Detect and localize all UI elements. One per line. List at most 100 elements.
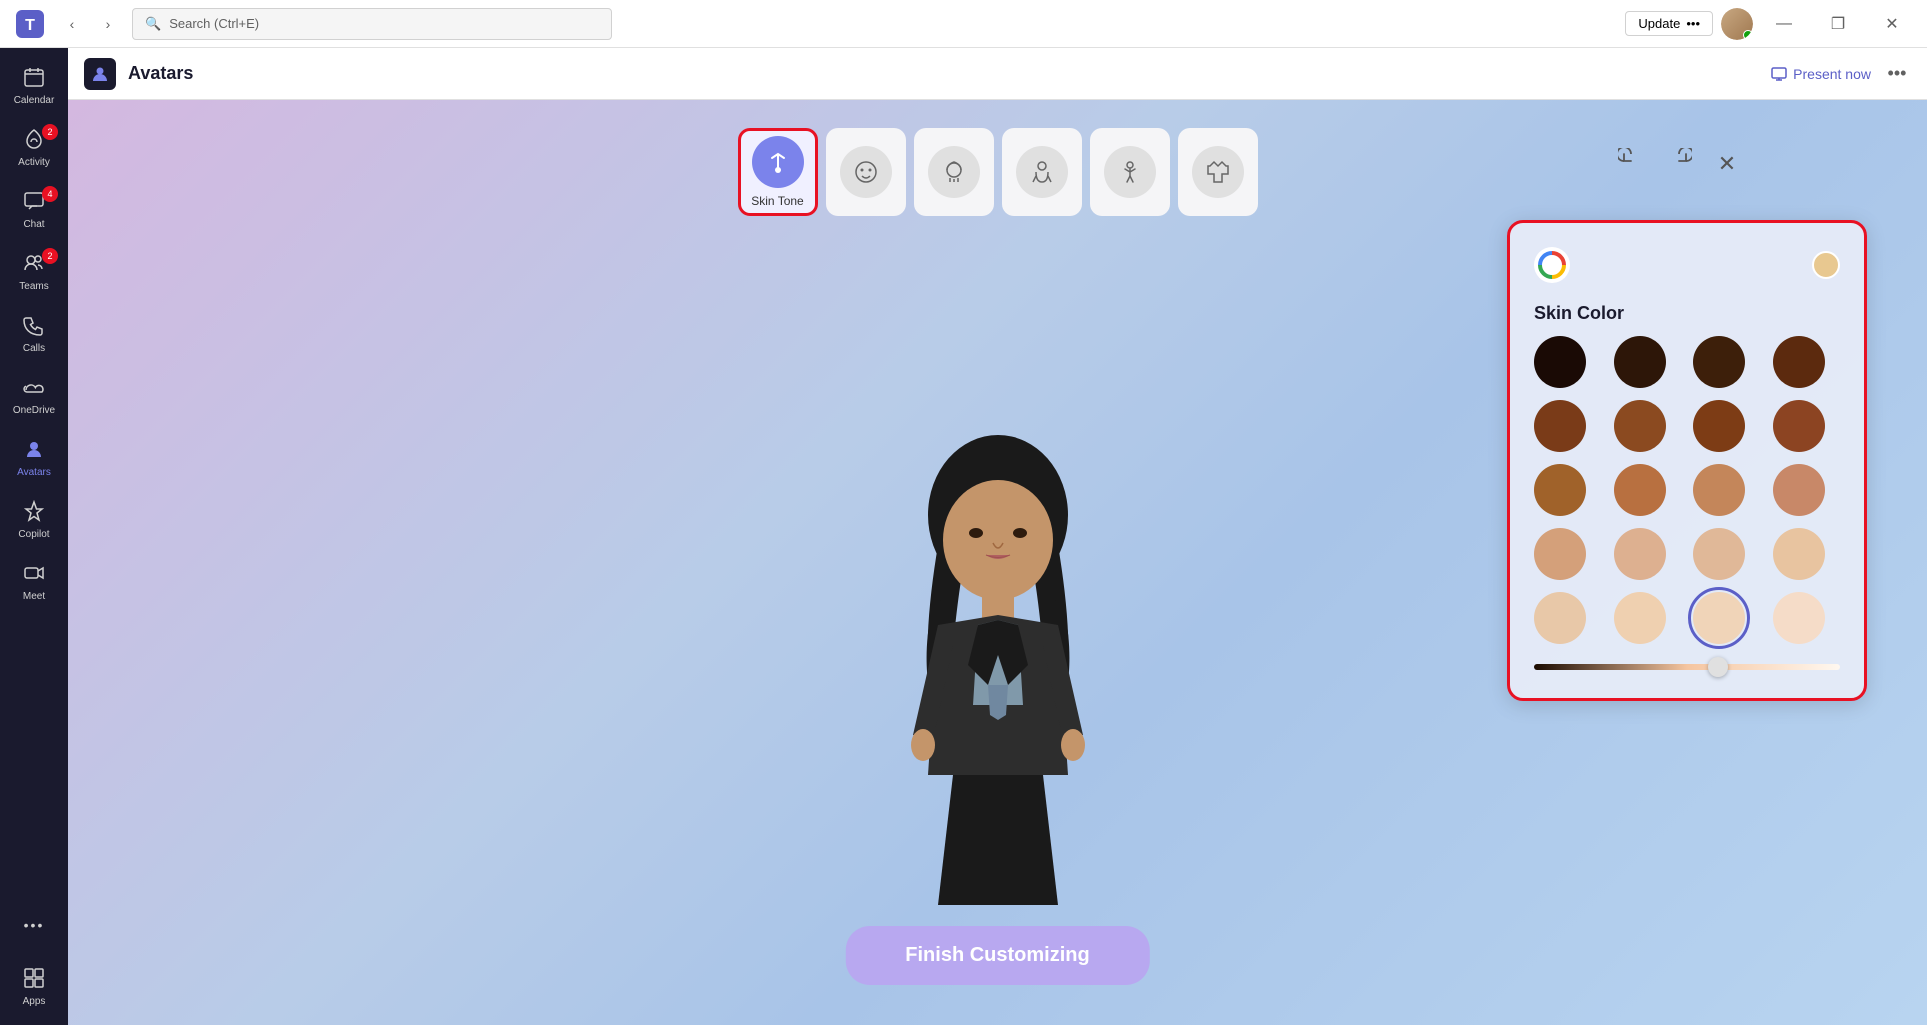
color-swatch-11[interactable] bbox=[1773, 464, 1825, 516]
update-dots: ••• bbox=[1686, 16, 1700, 31]
titlebar: T ‹ › 🔍 Search (Ctrl+E) Update ••• — ❐ ✕ bbox=[0, 0, 1927, 48]
color-swatch-1[interactable] bbox=[1614, 336, 1666, 388]
color-swatch-18[interactable] bbox=[1693, 592, 1745, 644]
toolbar-close-button[interactable]: ✕ bbox=[1707, 144, 1747, 184]
sidebar-label-chat: Chat bbox=[23, 219, 44, 230]
color-swatch-16[interactable] bbox=[1534, 592, 1586, 644]
redo-button[interactable] bbox=[1659, 144, 1699, 184]
color-swatch-7[interactable] bbox=[1773, 400, 1825, 452]
sidebar-item-copilot[interactable]: Copilot bbox=[4, 490, 64, 550]
avatars-icon bbox=[23, 438, 45, 464]
color-swatch-10[interactable] bbox=[1693, 464, 1745, 516]
outfit-icon bbox=[1192, 146, 1244, 198]
color-swatch-0[interactable] bbox=[1534, 336, 1586, 388]
skin-tone-icon bbox=[752, 136, 804, 188]
color-swatch-8[interactable] bbox=[1534, 464, 1586, 516]
toolbar-item-hair[interactable] bbox=[914, 128, 994, 216]
update-label: Update bbox=[1638, 16, 1680, 31]
close-button[interactable]: ✕ bbox=[1869, 8, 1915, 40]
sidebar-item-meet[interactable]: Meet bbox=[4, 552, 64, 612]
present-now-label: Present now bbox=[1793, 66, 1871, 82]
skin-slider-container bbox=[1534, 660, 1840, 674]
color-swatch-5[interactable] bbox=[1614, 400, 1666, 452]
color-swatch-6[interactable] bbox=[1693, 400, 1745, 452]
sidebar-label-copilot: Copilot bbox=[18, 529, 49, 540]
app-layout: Calendar Activity 2 Chat 4 bbox=[0, 48, 1927, 1025]
chat-badge: 4 bbox=[42, 186, 58, 202]
more-icon: ••• bbox=[24, 918, 45, 932]
update-button[interactable]: Update ••• bbox=[1625, 11, 1713, 36]
face-icon bbox=[840, 146, 892, 198]
sidebar-item-calls[interactable]: Calls bbox=[4, 304, 64, 364]
sidebar: Calendar Activity 2 Chat 4 bbox=[0, 48, 68, 1025]
undo-button[interactable] bbox=[1611, 144, 1651, 184]
color-swatch-12[interactable] bbox=[1534, 528, 1586, 580]
toolbar-item-body[interactable] bbox=[1002, 128, 1082, 216]
color-swatch-4[interactable] bbox=[1534, 400, 1586, 452]
sidebar-item-chat[interactable]: Chat 4 bbox=[4, 180, 64, 240]
sidebar-label-apps: Apps bbox=[23, 996, 46, 1007]
teams-logo: T bbox=[12, 6, 48, 42]
toolbar-item-face[interactable] bbox=[826, 128, 906, 216]
toolbar-item-pose[interactable] bbox=[1090, 128, 1170, 216]
toolbar-item-skin-tone[interactable]: Skin Tone bbox=[738, 128, 818, 216]
svg-text:T: T bbox=[25, 17, 35, 34]
color-swatch-3[interactable] bbox=[1773, 336, 1825, 388]
onedrive-icon bbox=[23, 376, 45, 402]
body-icon bbox=[1016, 146, 1068, 198]
sidebar-item-onedrive[interactable]: OneDrive bbox=[4, 366, 64, 426]
color-swatch-17[interactable] bbox=[1614, 592, 1666, 644]
color-swatch-2[interactable] bbox=[1693, 336, 1745, 388]
search-placeholder: Search (Ctrl+E) bbox=[169, 16, 259, 31]
panel-logo bbox=[1534, 247, 1570, 283]
sidebar-label-calls: Calls bbox=[23, 343, 45, 354]
color-swatch-15[interactable] bbox=[1773, 528, 1825, 580]
titlebar-right: Update ••• — ❐ ✕ bbox=[1625, 8, 1915, 40]
sidebar-item-apps[interactable]: Apps bbox=[4, 957, 64, 1017]
page-more-button[interactable]: ••• bbox=[1883, 60, 1911, 88]
color-swatch-14[interactable] bbox=[1693, 528, 1745, 580]
toolbar-actions: ✕ bbox=[1611, 144, 1747, 184]
skin-slider[interactable] bbox=[1534, 664, 1840, 670]
user-avatar[interactable] bbox=[1721, 8, 1753, 40]
sidebar-item-teams[interactable]: Teams 2 bbox=[4, 242, 64, 302]
avatar-canvas: Skin Tone bbox=[68, 100, 1927, 1025]
skin-slider-thumb[interactable] bbox=[1708, 657, 1728, 677]
toolbar-item-outfit[interactable] bbox=[1178, 128, 1258, 216]
search-bar[interactable]: 🔍 Search (Ctrl+E) bbox=[132, 8, 612, 40]
avatar-figure bbox=[858, 425, 1138, 945]
color-swatch-19[interactable] bbox=[1773, 592, 1825, 644]
sidebar-item-activity[interactable]: Activity 2 bbox=[4, 118, 64, 178]
back-button[interactable]: ‹ bbox=[56, 8, 88, 40]
color-swatch-13[interactable] bbox=[1614, 528, 1666, 580]
skin-panel-title: Skin Color bbox=[1534, 303, 1840, 324]
sidebar-item-calendar[interactable]: Calendar bbox=[4, 56, 64, 116]
teams-badge: 2 bbox=[42, 248, 58, 264]
page-title: Avatars bbox=[128, 63, 1759, 84]
pose-icon bbox=[1104, 146, 1156, 198]
minimize-button[interactable]: — bbox=[1761, 8, 1807, 40]
skin-tone-label: Skin Tone bbox=[751, 194, 803, 208]
nav-controls: ‹ › bbox=[56, 8, 124, 40]
user-status-indicator bbox=[1743, 30, 1753, 40]
meet-icon bbox=[23, 562, 45, 588]
maximize-button[interactable]: ❐ bbox=[1815, 8, 1861, 40]
finish-customizing-button[interactable]: Finish Customizing bbox=[845, 926, 1149, 985]
sidebar-label-onedrive: OneDrive bbox=[13, 405, 55, 416]
sidebar-label-avatars: Avatars bbox=[17, 467, 51, 478]
skin-color-panel: Skin Color bbox=[1507, 220, 1867, 701]
content-area: Avatars Present now ••• bbox=[68, 48, 1927, 1025]
search-icon: 🔍 bbox=[145, 16, 161, 32]
calendar-icon bbox=[23, 66, 45, 92]
sidebar-item-avatars[interactable]: Avatars bbox=[4, 428, 64, 488]
sidebar-label-activity: Activity bbox=[18, 157, 50, 168]
forward-button[interactable]: › bbox=[92, 8, 124, 40]
apps-icon bbox=[23, 967, 45, 993]
sidebar-label-meet: Meet bbox=[23, 591, 45, 602]
sidebar-item-more[interactable]: ••• bbox=[4, 895, 64, 955]
color-swatch-9[interactable] bbox=[1614, 464, 1666, 516]
page-header: Avatars Present now ••• bbox=[68, 48, 1927, 100]
activity-badge: 2 bbox=[42, 124, 58, 140]
sidebar-label-teams: Teams bbox=[19, 281, 48, 292]
present-now-button[interactable]: Present now bbox=[1771, 66, 1871, 82]
